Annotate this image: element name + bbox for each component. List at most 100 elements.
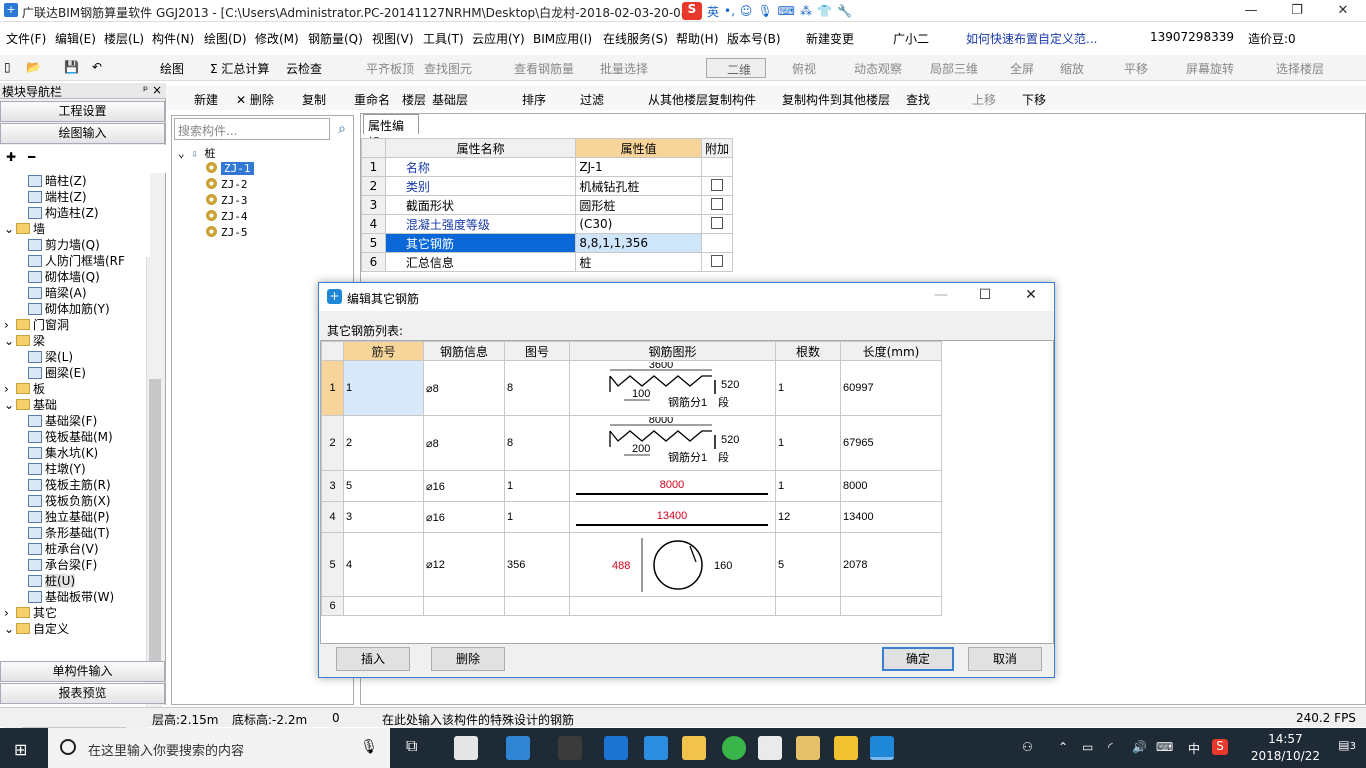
- property-row[interactable]: 4 混凝土强度等级 (C30): [361, 214, 734, 234]
- cancel-button[interactable]: 取消: [968, 647, 1042, 671]
- collapse-all-icon[interactable]: ━: [28, 150, 35, 164]
- ggj-app-icon[interactable]: [870, 736, 894, 760]
- restore-button[interactable]: ❐: [1274, 0, 1320, 22]
- nav-tree-item[interactable]: 暗梁(A): [28, 285, 87, 301]
- dialog-maximize-button[interactable]: ☐: [973, 287, 997, 303]
- expander-icon[interactable]: ⌄: [4, 621, 16, 637]
- nav-tree-item[interactable]: 剪力墙(Q): [28, 237, 100, 253]
- find-element-button[interactable]: 查找图元: [424, 60, 472, 77]
- batch-select-button[interactable]: 批量选择: [600, 60, 648, 77]
- dialog-close-button[interactable]: ✕: [1019, 287, 1043, 303]
- nav-tree-item[interactable]: › 板: [4, 381, 45, 397]
- keyboard-tray-icon[interactable]: ⌨: [1156, 740, 1173, 754]
- property-value[interactable]: 桩: [575, 252, 702, 272]
- rebar-shape-cell[interactable]: 488 160: [569, 532, 776, 597]
- rebar-cell-bar-no[interactable]: 2: [343, 415, 424, 471]
- property-row[interactable]: 2 类别 机械钻孔桩: [361, 176, 734, 196]
- rebar-shape-cell[interactable]: 8000: [569, 470, 776, 502]
- mic-icon[interactable]: 🎙: [757, 4, 772, 18]
- copy-component-button[interactable]: 复制: [302, 91, 326, 108]
- keyboard-icon[interactable]: ⌨: [778, 4, 795, 18]
- move-down-button[interactable]: 下移: [1022, 91, 1046, 108]
- nav-tree-item[interactable]: 桩承台(V): [28, 541, 99, 557]
- zoom-button[interactable]: 缩放: [1060, 60, 1084, 77]
- floor-select[interactable]: 基础层: [432, 91, 468, 108]
- fullscreen-button[interactable]: 全屏: [1010, 60, 1034, 77]
- sogou-icon[interactable]: S: [682, 2, 702, 20]
- network-icon[interactable]: ▭: [1082, 740, 1093, 754]
- report-preview-button[interactable]: 报表预览: [0, 683, 165, 704]
- punct-icon[interactable]: •,: [724, 4, 735, 18]
- save-icon[interactable]: 💾: [64, 60, 79, 74]
- property-row[interactable]: 6 汇总信息桩: [361, 252, 734, 272]
- rebar-cell-length[interactable]: 67965: [840, 415, 942, 471]
- rebar-shape-cell[interactable]: [569, 596, 776, 616]
- menu-cloud[interactable]: 云应用(Y): [472, 30, 525, 47]
- menu-version[interactable]: 版本号(B): [727, 30, 781, 47]
- menu-modify[interactable]: 修改(M): [255, 30, 299, 47]
- sum-button[interactable]: Σ 汇总计算: [210, 60, 269, 77]
- menu-new-change[interactable]: 新建变更: [806, 30, 854, 47]
- dialog-minimize-button[interactable]: —: [929, 287, 953, 303]
- windows-start-icon[interactable]: ⊞: [14, 740, 27, 759]
- close-button[interactable]: ✕: [1320, 0, 1366, 22]
- menu-tools[interactable]: 工具(T): [423, 30, 464, 47]
- select-floor-button[interactable]: 选择楼层: [1276, 60, 1324, 77]
- nav-tree-item[interactable]: 构造柱(Z): [28, 205, 99, 221]
- shirt-icon[interactable]: 👕: [817, 4, 832, 18]
- nav-tree-item[interactable]: › 其它: [4, 605, 57, 621]
- rebar-cell-info[interactable]: ⌀12: [423, 532, 505, 597]
- component-item[interactable]: ZJ-2: [206, 177, 248, 192]
- component-root[interactable]: ⌄ ⇩ 桩: [178, 146, 216, 161]
- property-value[interactable]: 机械钻孔桩: [575, 176, 702, 196]
- rebar-cell-info[interactable]: ⌀8: [423, 360, 505, 416]
- rebar-cell-length[interactable]: 60997: [840, 360, 942, 416]
- help-icon[interactable]: [834, 736, 858, 760]
- nav-tree-item[interactable]: 集水坑(K): [28, 445, 98, 461]
- property-value[interactable]: (C30): [575, 214, 702, 234]
- sort-button[interactable]: 排序: [522, 91, 546, 108]
- component-search-input[interactable]: 搜索构件...: [174, 118, 330, 140]
- rebar-cell-count[interactable]: 5: [775, 532, 841, 597]
- task-view-icon[interactable]: ⧉: [406, 736, 430, 760]
- copy-from-floor-button[interactable]: 从其他楼层复制构件: [648, 91, 756, 108]
- mail-icon[interactable]: [758, 736, 782, 760]
- rebar-cell-length[interactable]: 2078: [840, 532, 942, 597]
- nav-tree-item[interactable]: 承台梁(F): [28, 557, 97, 573]
- app-icon-1[interactable]: [454, 736, 478, 760]
- ime-toolbar[interactable]: S 英 •, ☺ 🎙 ⌨ ⁂ 👕 🔧: [682, 2, 852, 20]
- nav-tree-item[interactable]: 砌体墙(Q): [28, 269, 100, 285]
- copy-to-floor-button[interactable]: 复制构件到其他楼层: [782, 91, 890, 108]
- component-item[interactable]: ZJ-3: [206, 193, 248, 208]
- rebar-cell-length[interactable]: 8000: [840, 470, 942, 502]
- explorer-icon[interactable]: [682, 736, 706, 760]
- rebar-shape-cell[interactable]: 8000 200 520 钢筋分1 段: [569, 415, 776, 471]
- rebar-cell-count[interactable]: 1: [775, 470, 841, 502]
- new-component-button[interactable]: 新建: [194, 91, 218, 108]
- menu-view[interactable]: 视图(V): [372, 30, 414, 47]
- nav-tree-item[interactable]: 筏板基础(M): [28, 429, 113, 445]
- nav-tree-item[interactable]: 柱墩(Y): [28, 461, 86, 477]
- rebar-cell-count[interactable]: 1: [775, 360, 841, 416]
- nav-tree-item[interactable]: 端柱(Z): [28, 189, 87, 205]
- rebar-cell-count[interactable]: 1: [775, 415, 841, 471]
- ie2-icon[interactable]: [644, 736, 668, 760]
- property-value[interactable]: ZJ-1: [575, 157, 702, 177]
- property-row[interactable]: 5 其它钢筋 8,8,1,1,356: [361, 233, 734, 253]
- view-rebar-button[interactable]: 查看钢筋量: [514, 60, 574, 77]
- rebar-cell-length[interactable]: [840, 596, 942, 616]
- delete-button[interactable]: 删除: [431, 647, 505, 671]
- nav-tree-item[interactable]: ⌄ 墙: [4, 221, 45, 237]
- menu-tip-link[interactable]: 如何快速布置自定义范...: [966, 30, 1097, 47]
- component-item[interactable]: ZJ-4: [206, 209, 248, 224]
- menu-assistant[interactable]: 广小二: [893, 30, 929, 47]
- mic-icon[interactable]: 🎙: [360, 739, 378, 755]
- rebar-cell-bar-no[interactable]: 1: [343, 360, 424, 416]
- ie-icon[interactable]: [506, 736, 530, 760]
- rebar-cell-info[interactable]: ⌀8: [423, 415, 505, 471]
- insert-button[interactable]: 插入: [336, 647, 410, 671]
- single-input-button[interactable]: 单构件输入: [0, 661, 165, 682]
- menu-component[interactable]: 构件(N): [152, 30, 194, 47]
- filter-button[interactable]: 过滤: [580, 91, 604, 108]
- flat-top-button[interactable]: 平齐板顶: [366, 60, 414, 77]
